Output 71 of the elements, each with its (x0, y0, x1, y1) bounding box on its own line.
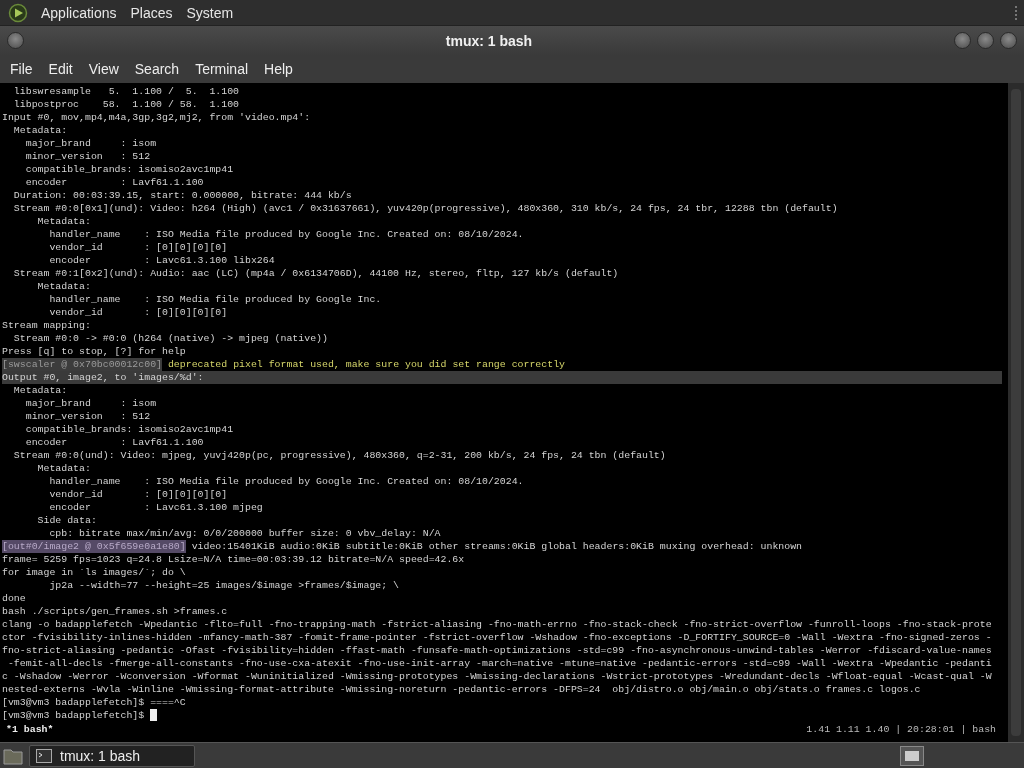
terminal-line: encoder : Lavc61.3.100 libx264 (48, 254, 275, 267)
menu-item[interactable]: Help (257, 61, 300, 77)
terminal-line: Metadata: (12, 384, 68, 397)
terminal-line: for image in `ls images/`; do \ (2, 566, 186, 579)
terminal-line: -femit-all-decls -fmerge-all-constants -fno-use-cxa-atexit -fno-use-init-array -march=native -mtune=native -pedantic-errors -std=c99 -Wall -Wextra -Wpedantic -pedanti (6, 657, 992, 670)
menu-item[interactable]: Terminal (188, 61, 256, 77)
terminal-line: Side data: (36, 514, 97, 527)
show-desktop-icon[interactable] (900, 745, 924, 766)
taskbar-button[interactable]: tmux: 1 bash (29, 744, 195, 767)
terminal-line: done (2, 592, 26, 605)
terminal-line: compatible_brands: isomiso2avc1mp41 (24, 423, 234, 436)
terminal-line: encoder : Lavc61.3.100 mjpeg (48, 501, 263, 514)
minimize-button[interactable] (954, 32, 971, 49)
window-menu-button[interactable] (7, 32, 24, 49)
terminal-line: Input #0, mov,mp4,m4a,3gp,3g2,mj2, from 'video.mp4': (2, 111, 311, 124)
panel-menu[interactable]: Places (123, 4, 180, 21)
terminal-line: video:15401KiB audio:0KiB subtitle:0KiB other streams:0KiB global headers:0KiB muxing overhead: unknown (190, 540, 803, 553)
log-prefix: [swscaler @ 0x70bc00012c00] (2, 358, 162, 371)
maximize-button[interactable] (977, 32, 994, 49)
terminal-line: Stream #0:1[0x2](und): Audio: aac (LC) (mp4a / 0x6134706D), 44100 Hz, stereo, fltp, 127 kb/s (default) (12, 267, 619, 280)
tmux-window-tab[interactable]: *1 bash* (2, 723, 54, 736)
terminal-line: c -Wshadow -Werror -Wconversion -Wformat -Wuninitialized -Wmissing-prototypes -Wmissing-declarations -Wstrict-prototypes -Wredundant-decls -Wfloat-equal -Wcast-qual -W (2, 670, 992, 683)
terminal-line: bash ./scripts/gen_frames.sh >frames.c (2, 605, 228, 618)
terminal-line: nested-externs -Wvla -Winline -Wmissing-format-attribute -Wmissing-noreturn -pedantic-errors -DFPS=24 obj/distro.o obj/main.o obj/stats.o frames.c logos.c (2, 683, 921, 696)
terminal-line: vendor_id : [0][0][0][0] (48, 241, 228, 254)
terminal-icon (36, 748, 52, 763)
terminal-line: minor_version : 512 (24, 150, 151, 163)
terminal-line: handler_name : ISO Media file produced by Google Inc. Created on: 08/10/2024. (48, 475, 524, 488)
terminal-line: ctor -fvisibility-inlines-hidden -mfancy-math-387 -fomit-frame-pointer -fstrict-overflow -Wshadow -fno-exceptions -D_FORTIFY_SOURCE=0 -Wall -Wextra -fno-signed-zeros - (2, 631, 992, 644)
menu-item[interactable]: Edit (41, 61, 80, 77)
tmux-status-info: 1.41 1.11 1.40 | 20:28:01 | bash (806, 723, 996, 736)
terminal-line: jp2a --width=77 --height=25 images/$image >frames/$image; \ (48, 579, 400, 592)
terminal-line: cpb: bitrate max/min/avg: 0/0/200000 buffer size: 0 vbv_delay: N/A (48, 527, 441, 540)
terminal-line: Metadata: (36, 280, 91, 293)
menu-item[interactable]: Search (127, 61, 187, 77)
window-title: tmux: 1 bash (444, 32, 534, 49)
terminal-line: Stream #0:0 -> #0:0 (h264 (native) -> mjpeg (native)) (12, 332, 328, 345)
panel-menu[interactable]: Applications (34, 4, 124, 21)
terminal-line: handler_name : ISO Media file produced by Google Inc. (48, 293, 382, 306)
terminal-line: [vm3@vm3 badapplefetch]$ ====^C (2, 696, 186, 709)
menu-item[interactable]: View (81, 61, 126, 77)
warning-text: deprecated pixel format used, make sure you did set range correctly (166, 358, 565, 371)
terminal-line: handler_name : ISO Media file produced by Google Inc. Created on: 08/10/2024. (48, 228, 524, 241)
terminal-line: vendor_id : [0][0][0][0] (48, 306, 228, 319)
terminal-line: Stream #0:0[0x1](und): Video: h264 (High) (avc1 / 0x31637661), yuv420p(progressive), 480x360, 310 kb/s, 24 fps, 24 tbr, 12288 tbn (default) (12, 202, 838, 215)
terminal-line: Press [q] to stop, [?] for help (2, 345, 186, 358)
close-button[interactable] (1000, 32, 1017, 49)
terminal-line: Stream mapping: (2, 319, 91, 332)
terminal-line: major_brand : isom (24, 137, 157, 150)
terminal-line: Stream #0:0(und): Video: mjpeg, yuvj420p(pc, progressive), 480x360, q=2-31, 200 kb/s, 24 fps, 24 tbn (default) (12, 449, 666, 462)
terminal-line: clang -o badapplefetch -Wpedantic -flto=full -fno-trapping-math -fstrict-aliasing -fno-math-errno -fno-stack-check -fno-strict-overflow -funroll-loops -fno-stack-prote (2, 618, 992, 631)
terminal-line: encoder : Lavf61.1.100 (24, 436, 204, 449)
terminal-line: fno-strict-aliasing -pedantic -Ofast -fvisibility=hidden -ffast-math -funsafe-math-optimizations -std=c99 -fno-asynchronous-unwind-tables -Werror -fdiscard-value-names (2, 644, 992, 657)
terminal-line: Metadata: (36, 215, 91, 228)
terminal-line: minor_version : 512 (24, 410, 151, 423)
terminal-line: Duration: 00:03:39.15, start: 0.000000, bitrate: 444 kb/s (12, 189, 352, 202)
panel-menu[interactable]: System (179, 4, 241, 21)
terminal-line: Metadata: (12, 124, 68, 137)
terminal-line: libpostproc 58. 1.100 / 58. 1.100 (12, 98, 240, 111)
menu-item[interactable]: File (3, 61, 40, 77)
terminal-line: frame= 5259 fps=1023 q=24.8 Lsize=N/A time=00:03:39.12 bitrate=N/A speed=42.6x (2, 553, 465, 566)
terminal-line: compatible_brands: isomiso2avc1mp41 (24, 163, 234, 176)
terminal-line: vendor_id : [0][0][0][0] (48, 488, 228, 501)
terminal-line: Metadata: (36, 462, 91, 475)
terminal-line: libswresample 5. 1.100 / 5. 1.100 (12, 85, 240, 98)
folder-icon[interactable] (3, 746, 23, 765)
logo-icon[interactable] (8, 2, 28, 23)
log-prefix: [out#0/image2 @ 0x5f659e0a1e80] (2, 540, 186, 553)
terminal-line: major_brand : isom (24, 397, 157, 410)
terminal-line: encoder : Lavf61.1.100 (24, 176, 204, 189)
terminal-line: [vm3@vm3 badapplefetch]$ (2, 709, 145, 722)
